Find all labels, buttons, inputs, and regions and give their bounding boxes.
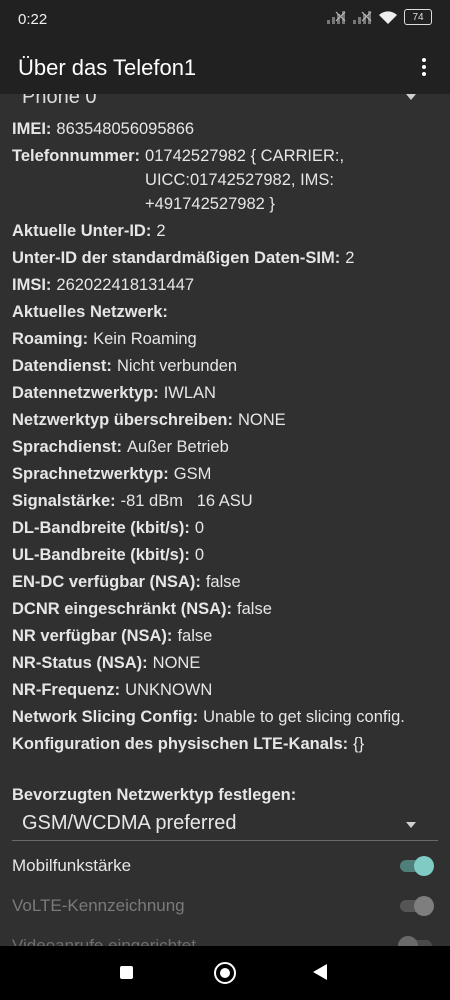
info-row-endc-available: EN-DC verfügbar (NSA): false	[12, 569, 438, 596]
info-value: IWLAN	[163, 384, 216, 402]
volte-switch[interactable]	[398, 896, 434, 916]
info-key: Sprachnetzwerktyp:	[12, 465, 169, 483]
phone-selector[interactable]: Phone 0	[22, 94, 422, 110]
info-row-dl-bandwidth: DL-Bandbreite (kbit/s): 0	[12, 515, 438, 542]
info-key: Network Slicing Config:	[12, 708, 199, 726]
info-row-ul-bandwidth: UL-Bandbreite (kbit/s): 0	[12, 542, 438, 569]
info-key: UL-Bandbreite (kbit/s):	[12, 546, 190, 564]
info-row-nr-available: NR verfügbar (NSA): false	[12, 623, 438, 650]
info-row-imei: IMEI: 863548056095866	[12, 116, 438, 143]
info-key: DL-Bandbreite (kbit/s):	[12, 519, 190, 537]
info-key: IMEI:	[12, 120, 52, 138]
info-row-data-network-type: Datennetzwerktyp: IWLAN	[12, 380, 438, 407]
info-value: Außer Betrieb	[127, 438, 229, 456]
home-icon[interactable]	[214, 962, 236, 984]
info-key: IMSI:	[12, 276, 52, 294]
info-value: UNKNOWN	[125, 681, 213, 699]
info-key: Aktuelle Unter-ID:	[12, 222, 152, 240]
info-value: false	[205, 573, 241, 591]
info-row-roaming: Roaming: Kein Roaming	[12, 326, 438, 353]
more-options-icon[interactable]	[412, 55, 436, 79]
info-key: NR-Status (NSA):	[12, 654, 148, 672]
info-row-signal-strength: Signalstärke: -81 dBm 16 ASU	[12, 488, 438, 515]
info-value: 2	[156, 222, 166, 240]
preferred-network-value: GSM/WCDMA preferred	[22, 812, 237, 834]
info-value: 2	[345, 249, 355, 267]
dropdown-arrow-icon	[406, 94, 416, 100]
toggle-label: Mobilfunkstärke	[12, 856, 132, 875]
info-key: Konfiguration des physischen LTE-Kanals:	[12, 735, 349, 753]
status-icons: 74	[326, 9, 432, 25]
info-row-network-slicing: Network Slicing Config: Unable to get sli…	[12, 704, 438, 731]
info-value: false	[177, 627, 213, 645]
info-value: false	[237, 600, 272, 618]
info-row-imsi: IMSI: 262022418131447	[12, 272, 438, 299]
info-row-nr-frequency: NR-Frequenz: UNKNOWN	[12, 677, 438, 704]
info-value: NONE	[152, 654, 201, 672]
info-value: Unable to get slicing config.	[203, 708, 405, 726]
info-key: DCNR eingeschränkt (NSA):	[12, 600, 233, 618]
info-row-dcnr-restricted: DCNR eingeschränkt (NSA): false	[12, 596, 438, 623]
info-value: NONE	[237, 411, 286, 429]
app-bar: Über das Telefon1	[0, 40, 450, 94]
info-list: IMEI: 863548056095866 Telefonnummer: 01742…	[12, 116, 438, 758]
info-row-current-network: Aktuelles Netzwerk:	[12, 299, 438, 326]
preferred-network-label: Bevorzugten Netzwerktyp festlegen:	[12, 786, 297, 804]
page-title: Über das Telefon1	[18, 55, 197, 80]
toggle-label: VoLTE-Kennzeichnung	[12, 896, 185, 915]
info-key: Netzwerktyp überschreiben:	[12, 411, 233, 429]
info-value: 0	[194, 519, 205, 537]
signal-off-icon	[327, 11, 346, 24]
info-value: GSM	[173, 465, 212, 483]
info-key: NR-Frequenz:	[12, 681, 121, 699]
signal-off-icon	[353, 11, 372, 24]
info-value: 0	[194, 546, 205, 564]
battery-icon: 74	[404, 9, 432, 25]
recents-icon[interactable]	[120, 966, 133, 979]
info-value: 01742527982 { CARRIER:, UICC:01742527982…	[145, 147, 345, 213]
info-value: Nicht verbunden	[116, 357, 238, 375]
info-row-lte-channel-config: Konfiguration des physischen LTE-Kanals:…	[12, 731, 438, 758]
content-scroll[interactable]: Phone 0 IMEI: 863548056095866 Telefonnumm…	[0, 94, 450, 946]
info-key: Signalstärke:	[12, 492, 116, 510]
video-calling-switch[interactable]	[398, 936, 434, 946]
info-row-data-service: Datendienst: Nicht verbunden	[12, 353, 438, 380]
info-row-phone-number: Telefonnummer: 01742527982 { CARRIER:, UI…	[12, 143, 438, 218]
toggle-label: Videoanrufe eingerichtet	[12, 936, 196, 946]
info-key: Aktuelles Netzwerk:	[12, 303, 168, 321]
info-key: Roaming:	[12, 330, 89, 348]
back-icon[interactable]	[313, 964, 327, 980]
info-key: EN-DC verfügbar (NSA):	[12, 573, 201, 591]
info-key: Telefonnummer:	[12, 147, 141, 165]
info-row-default-data-sub-id: Unter-ID der standardmäßigen Daten-SIM: 2	[12, 245, 438, 272]
toggle-row-mobile-signal[interactable]: Mobilfunkstärke	[12, 851, 438, 881]
info-row-voice-service: Sprachdienst: Außer Betrieb	[12, 434, 438, 461]
wifi-icon	[379, 10, 397, 24]
toggle-row-volte[interactable]: VoLTE-Kennzeichnung	[12, 891, 438, 921]
info-value: {}	[353, 735, 365, 753]
status-bar: 0:22 74	[0, 0, 450, 40]
info-row-sub-id: Aktuelle Unter-ID: 2	[12, 218, 438, 245]
divider	[12, 840, 438, 841]
info-value: -81 dBm 16 ASU	[120, 492, 253, 510]
info-key: Datendienst:	[12, 357, 112, 375]
info-key: Sprachdienst:	[12, 438, 123, 456]
status-time: 0:22	[18, 11, 48, 28]
info-key: Unter-ID der standardmäßigen Daten-SIM:	[12, 249, 341, 267]
info-row-nr-status: NR-Status (NSA): NONE	[12, 650, 438, 677]
mobile-signal-switch[interactable]	[398, 856, 434, 876]
info-key: NR verfügbar (NSA):	[12, 627, 173, 645]
phone-selector-value: Phone 0	[22, 94, 97, 108]
info-row-override-network-type: Netzwerktyp überschreiben: NONE	[12, 407, 438, 434]
dropdown-arrow-icon	[406, 822, 416, 828]
info-value: 262022418131447	[56, 276, 195, 294]
navigation-bar	[0, 946, 450, 1000]
info-value: 863548056095866	[56, 120, 195, 138]
info-row-voice-network-type: Sprachnetzwerktyp: GSM	[12, 461, 438, 488]
toggle-row-video-calling[interactable]: Videoanrufe eingerichtet	[12, 931, 438, 946]
info-key: Datennetzwerktyp:	[12, 384, 159, 402]
preferred-network-select[interactable]: GSM/WCDMA preferred	[22, 812, 432, 840]
info-value: Kein Roaming	[93, 330, 197, 348]
